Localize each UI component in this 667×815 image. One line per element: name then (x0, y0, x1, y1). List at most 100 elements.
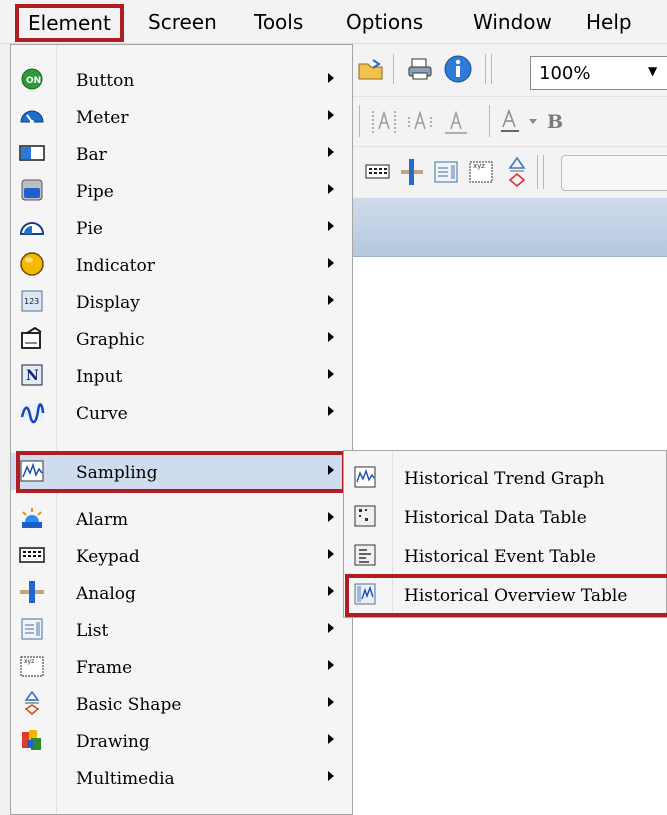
chevron-down-icon[interactable]: ▼ (648, 64, 657, 78)
keypad-icon (19, 547, 45, 563)
graphic-icon (21, 326, 42, 349)
bar-icon (19, 145, 45, 161)
menu-item-label: Frame (76, 658, 133, 678)
submenu-arrow-icon (328, 771, 334, 781)
menu-item-display[interactable]: 123 Display (11, 283, 352, 320)
menu-item-alarm[interactable]: Alarm (11, 500, 352, 537)
submenu-item-historical-data-table[interactable]: Historical Data Table (344, 497, 666, 535)
submenu-arrow-icon (328, 369, 334, 379)
submenu-arrow-icon (328, 73, 334, 83)
menu-item-frame[interactable]: xyz Frame (11, 648, 352, 685)
menu-item-pie[interactable]: Pie (11, 209, 352, 246)
menu-item-label: Analog (76, 584, 136, 604)
submenu-item-label: Historical Event Table (404, 547, 596, 567)
info-icon[interactable] (443, 54, 473, 84)
print-icon[interactable] (407, 56, 433, 82)
submenu-arrow-icon (328, 697, 334, 707)
trend-graph-icon (354, 466, 376, 488)
menu-bar: Element Screen Tools Options Window Help (0, 0, 667, 44)
submenu-item-historical-trend-graph[interactable]: Historical Trend Graph (344, 458, 666, 496)
submenu-arrow-icon (328, 660, 334, 670)
menu-item-drawing[interactable]: Drawing (11, 722, 352, 759)
document-tab-strip (345, 198, 667, 257)
input-n-icon: N (21, 364, 43, 386)
menu-item-bar[interactable]: Bar (11, 135, 352, 172)
submenu-item-label: Historical Trend Graph (404, 469, 605, 489)
sampling-highlight-frame (16, 451, 346, 493)
menu-item-graphic[interactable]: Graphic (11, 320, 352, 357)
submenu-arrow-icon (328, 147, 334, 157)
submenu-arrow-icon (328, 549, 334, 559)
menu-item-input[interactable]: N Input (11, 357, 352, 394)
menu-item-curve[interactable]: Curve (11, 394, 352, 431)
menu-item-label: Input (76, 367, 123, 387)
analog-tool-icon[interactable] (399, 157, 425, 187)
list-icon (21, 618, 43, 640)
menu-item-keypad[interactable]: Keypad (11, 537, 352, 574)
menu-item-label: Button (76, 71, 135, 91)
curve-icon (20, 403, 45, 424)
submenu-item-historical-event-table[interactable]: Historical Event Table (344, 536, 666, 574)
menu-tools[interactable]: Tools (254, 6, 303, 38)
event-table-icon (354, 544, 376, 566)
keypad-tool-icon[interactable] (365, 161, 391, 183)
submenu-arrow-icon (328, 623, 334, 633)
menu-item-label: Pie (76, 219, 103, 239)
submenu-arrow-icon (328, 406, 334, 416)
svg-text:B: B (547, 111, 563, 133)
toolbar-row-3: xyz (345, 146, 667, 197)
menu-item-list[interactable]: List (11, 611, 352, 648)
submenu-item-label: Historical Data Table (404, 508, 587, 528)
zoom-select[interactable]: 100% (530, 56, 667, 90)
meter-icon (20, 110, 44, 124)
menu-item-basic-shape[interactable]: Basic Shape (11, 685, 352, 722)
text-align-icons[interactable] (371, 107, 481, 137)
drawing-icon (22, 730, 41, 750)
on-button-icon: ON (21, 68, 43, 90)
font-color-icon[interactable]: B (499, 107, 569, 137)
menu-item-label: List (76, 621, 109, 641)
display-123-icon: 123 (21, 290, 43, 312)
data-table-icon (354, 505, 376, 527)
menu-help[interactable]: Help (586, 6, 632, 38)
menu-item-label: Display (76, 293, 140, 313)
menu-item-label: Basic Shape (76, 695, 182, 715)
menu-item-label: Indicator (76, 256, 155, 276)
menu-item-label: Meter (76, 108, 129, 128)
menu-window[interactable]: Window (473, 6, 552, 38)
toolbar-row-2: B (345, 96, 667, 147)
menu-item-label: Pipe (76, 182, 114, 202)
menu-item-label: Bar (76, 145, 107, 165)
submenu-arrow-icon (328, 586, 334, 596)
menu-item-label: Drawing (76, 732, 150, 752)
menu-screen[interactable]: Screen (148, 6, 217, 38)
menu-item-analog[interactable]: Analog (11, 574, 352, 611)
menu-item-indicator[interactable]: Indicator (11, 246, 352, 283)
menu-item-label: Curve (76, 404, 128, 424)
frame-icon: xyz (20, 656, 44, 677)
list-tool-icon[interactable] (433, 159, 459, 185)
pipe-icon (21, 179, 43, 201)
menu-item-multimedia[interactable]: Multimedia (11, 759, 352, 796)
svg-text:N: N (26, 368, 39, 384)
svg-text:xyz: xyz (24, 658, 34, 665)
submenu-arrow-icon (328, 734, 334, 744)
frame-tool-icon[interactable]: xyz (467, 157, 495, 185)
pie-icon (19, 222, 45, 235)
submenu-arrow-icon (328, 295, 334, 305)
svg-text:123: 123 (24, 297, 39, 306)
indicator-icon (20, 252, 44, 276)
svg-text:xyz: xyz (473, 162, 485, 170)
menu-item-pipe[interactable]: Pipe (11, 172, 352, 209)
submenu-arrow-icon (328, 332, 334, 342)
menu-element[interactable]: Element (15, 4, 124, 42)
menu-options[interactable]: Options (346, 6, 423, 38)
overview-highlight-frame (345, 574, 667, 617)
submenu-arrow-icon (328, 110, 334, 120)
open-folder-icon[interactable] (357, 56, 385, 82)
menu-item-button[interactable]: ON Button (11, 61, 352, 98)
menu-item-meter[interactable]: Meter (11, 98, 352, 135)
shape-tool-icon[interactable] (505, 155, 529, 189)
font-select[interactable] (561, 155, 667, 191)
menu-item-label: Graphic (76, 330, 145, 350)
